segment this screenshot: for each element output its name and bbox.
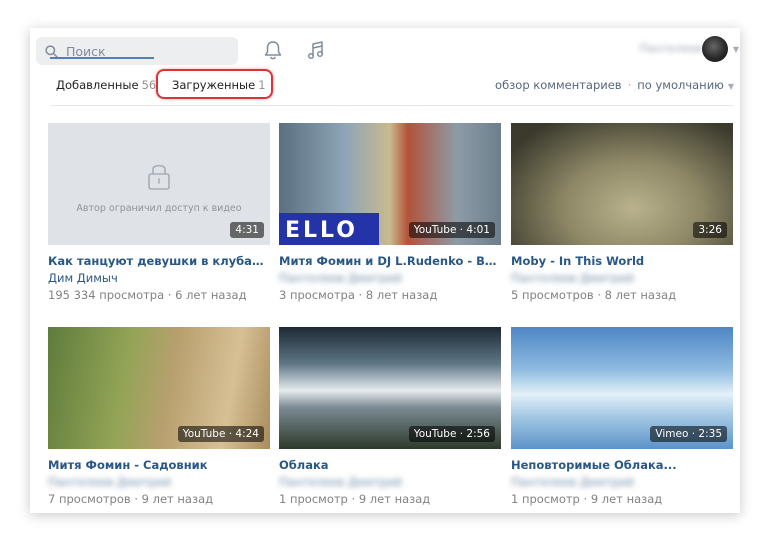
duration-badge: YouTube · 2:56 [408, 426, 495, 442]
lock-icon [144, 160, 174, 196]
tabs-divider [50, 105, 734, 106]
tabs-bar: Добавленные 56 Загруженные 1 обзор коммент… [30, 74, 740, 106]
video-thumbnail[interactable]: 3:26 [511, 123, 733, 245]
video-title[interactable]: Как танцуют девушки в клубах. 27 тип... [48, 254, 270, 268]
video-meta: 5 просмотров · 8 лет назад [511, 288, 677, 302]
search-box[interactable] [36, 37, 238, 65]
tab-added[interactable]: Добавленные 56 [56, 78, 156, 92]
video-thumbnail[interactable]: YouTube · 2:56 [279, 327, 501, 449]
video-thumbnail[interactable]: YouTube · 4:24 [48, 327, 270, 449]
tab-added-count: 56 [141, 78, 157, 92]
duration-badge: Vimeo · 2:35 [650, 426, 727, 442]
video-thumbnail[interactable]: Автор ограничил доступ к видео 4:31 [48, 123, 270, 245]
bell-icon[interactable] [263, 39, 283, 65]
highlight-frame [156, 69, 273, 99]
video-title[interactable]: Митя Фомин и DJ L.Rudenko - Восточн... [279, 254, 501, 268]
duration-badge: 3:26 [693, 222, 727, 238]
separator-dot: · [627, 78, 632, 92]
sort-controls: обзор комментариев · по умолчанию ▼ [495, 78, 734, 92]
thumbnail-overlay-text: ELLO [285, 218, 358, 243]
video-title[interactable]: Неповторимые Облака... [511, 458, 733, 472]
video-title[interactable]: Митя Фомин - Садовник [48, 458, 270, 472]
video-meta: 1 просмотр · 9 лет назад [511, 492, 663, 506]
video-card[interactable]: Vimeo · 2:35 Неповторимые Облака... Пант… [511, 327, 733, 506]
tab-added-label: Добавленные [56, 78, 139, 92]
sort-order-dropdown[interactable]: по умолчанию [637, 78, 724, 92]
video-author[interactable]: Пантелеев Дмитрий [511, 271, 733, 285]
music-icon[interactable] [306, 39, 326, 65]
search-icon [45, 44, 58, 58]
video-title[interactable]: Moby - In This World [511, 254, 733, 268]
video-thumbnail[interactable]: Vimeo · 2:35 [511, 327, 733, 449]
restricted-notice: Автор ограничил доступ к видео [76, 203, 242, 214]
video-window: Пантелеев ▼ Добавленные56 Загруженные1 о… [30, 28, 740, 513]
video-author[interactable]: Пантелеев Дмитрий [48, 475, 270, 489]
video-author[interactable]: Пантелеев Дмитрий [279, 271, 501, 285]
video-title[interactable]: Облака [279, 458, 501, 472]
chevron-down-icon[interactable]: ▼ [728, 82, 734, 91]
comments-overview-link[interactable]: обзор комментариев [495, 78, 622, 92]
avatar[interactable] [702, 36, 728, 62]
video-card[interactable]: ELLO YouTube · 4:01 Митя Фомин и DJ L.Ru… [279, 123, 501, 302]
video-meta: 3 просмотра · 8 лет назад [279, 288, 438, 302]
duration-badge: YouTube · 4:24 [177, 426, 264, 442]
duration-badge: 4:31 [230, 222, 264, 238]
video-meta: 1 просмотр · 9 лет назад [279, 492, 431, 506]
duration-badge: YouTube · 4:01 [408, 222, 495, 238]
video-thumbnail[interactable]: ELLO YouTube · 4:01 [279, 123, 501, 245]
video-card[interactable]: 3:26 Moby - In This World Пантелеев Дмит… [511, 123, 733, 302]
top-bar: Пантелеев ▼ [30, 28, 740, 74]
chevron-down-icon[interactable]: ▼ [733, 45, 739, 54]
user-name[interactable]: Пантелеев [640, 42, 702, 55]
video-card[interactable]: YouTube · 2:56 Облака Пантелеев Дмитрий … [279, 327, 501, 506]
video-author[interactable]: Пантелеев Дмитрий [511, 475, 733, 489]
video-author[interactable]: Пантелеев Дмитрий [279, 475, 501, 489]
video-card[interactable]: Автор ограничил доступ к видео 4:31 Как … [48, 123, 270, 302]
active-tab-underline [50, 57, 154, 59]
video-meta: 7 просмотров · 9 лет назад [48, 492, 214, 506]
video-author[interactable]: Дим Димыч [48, 271, 270, 285]
video-card[interactable]: YouTube · 4:24 Митя Фомин - Садовник Пан… [48, 327, 270, 506]
video-meta: 195 334 просмотра · 6 лет назад [48, 288, 247, 302]
